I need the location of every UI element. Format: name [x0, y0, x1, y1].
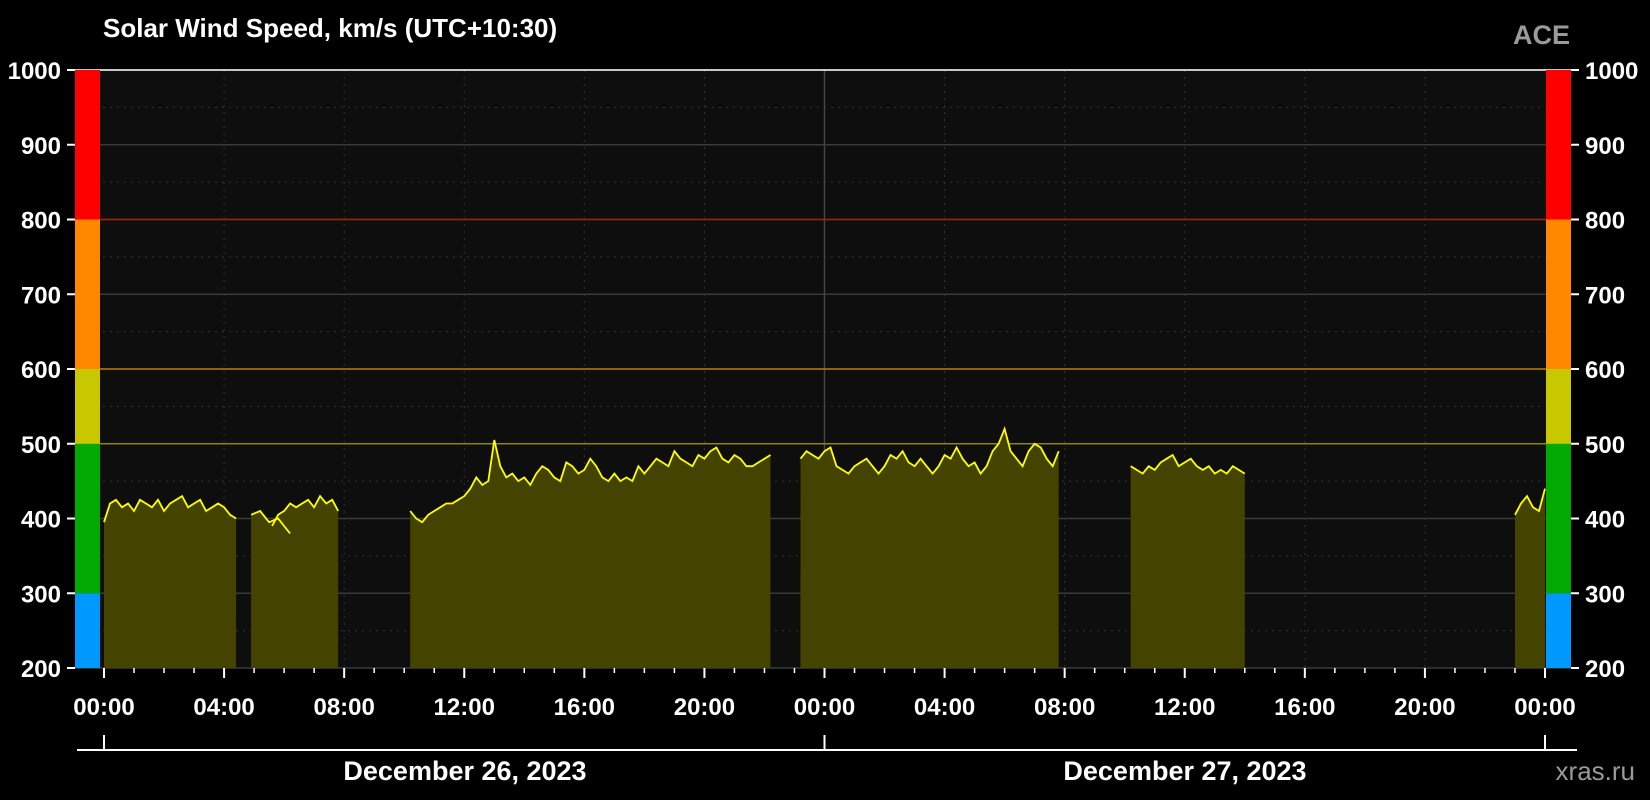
speed-fill-segment — [1130, 455, 1245, 668]
date-label-day-2: December 27, 2023 — [1063, 756, 1306, 786]
speed-fill-segment — [272, 496, 339, 668]
chart-title: Solar Wind Speed, km/s (UTC+10:30) — [103, 13, 557, 43]
x-tick-label: 12:00 — [434, 694, 495, 721]
y-tick-label-right: 500 — [1585, 432, 1625, 459]
x-tick-label: 04:00 — [914, 694, 975, 721]
speed-fill-segment — [1514, 488, 1545, 668]
y-tick-label-right: 1000 — [1585, 58, 1638, 85]
y-tick-label-left: 700 — [21, 282, 61, 309]
color-scale-band-left — [75, 70, 100, 220]
y-tick-label-left: 200 — [21, 656, 61, 683]
color-scale-band-right — [1546, 593, 1571, 668]
x-tick-label: 00:00 — [1514, 694, 1575, 721]
y-tick-label-left: 600 — [21, 357, 61, 384]
color-scale-band-right — [1546, 369, 1571, 444]
x-tick-label: 08:00 — [313, 694, 374, 721]
x-tick-label: 16:00 — [1274, 694, 1335, 721]
color-scale-band-right — [1546, 219, 1571, 369]
y-tick-label-left: 300 — [21, 581, 61, 608]
color-scale-band-right — [1546, 443, 1571, 594]
y-tick-label-left: 400 — [21, 507, 61, 534]
y-tick-label-left: 800 — [21, 208, 61, 235]
color-scale-band-left — [75, 369, 100, 444]
y-tick-label-right: 200 — [1585, 656, 1625, 683]
x-tick-label: 12:00 — [1154, 694, 1215, 721]
color-scale-band-left — [75, 443, 100, 594]
date-label-day-1: December 26, 2023 — [343, 756, 586, 786]
x-tick-label: 16:00 — [554, 694, 615, 721]
x-tick-label: 04:00 — [193, 694, 254, 721]
y-tick-label-left: 1000 — [8, 58, 61, 85]
y-tick-label-right: 400 — [1585, 507, 1625, 534]
y-tick-label-right: 700 — [1585, 282, 1625, 309]
site-credit: xras.ru — [1556, 756, 1635, 786]
y-tick-label-right: 600 — [1585, 357, 1625, 384]
chart-stage: { "chart_data": { "type": "area", "title… — [0, 0, 1650, 800]
x-tick-label: 00:00 — [794, 694, 855, 721]
y-tick-label-left: 500 — [21, 432, 61, 459]
solar-wind-speed-chart: 1000 1000 900 900 800 800 700 700 600 600 500 500 40… — [8, 13, 1639, 786]
y-tick-label-right: 300 — [1585, 581, 1625, 608]
x-tick-label: 20:00 — [674, 694, 735, 721]
speed-fill-segment — [104, 496, 237, 668]
data-source-label: ACE — [1513, 20, 1570, 50]
x-tick-label: 20:00 — [1394, 694, 1455, 721]
color-scale-band-left — [75, 593, 100, 668]
y-tick-label-right: 900 — [1585, 133, 1625, 160]
color-scale-band-left — [75, 219, 100, 369]
y-tick-label-right: 800 — [1585, 208, 1625, 235]
x-axis-ticks: 00:00 04:00 08:00 12:00 16:00 20:00 00:00 04:00… — [73, 668, 1576, 721]
x-tick-label: 08:00 — [1034, 694, 1095, 721]
x-tick-label: 00:00 — [73, 694, 134, 721]
y-tick-label-left: 900 — [21, 133, 61, 160]
color-scale-band-right — [1546, 70, 1571, 220]
